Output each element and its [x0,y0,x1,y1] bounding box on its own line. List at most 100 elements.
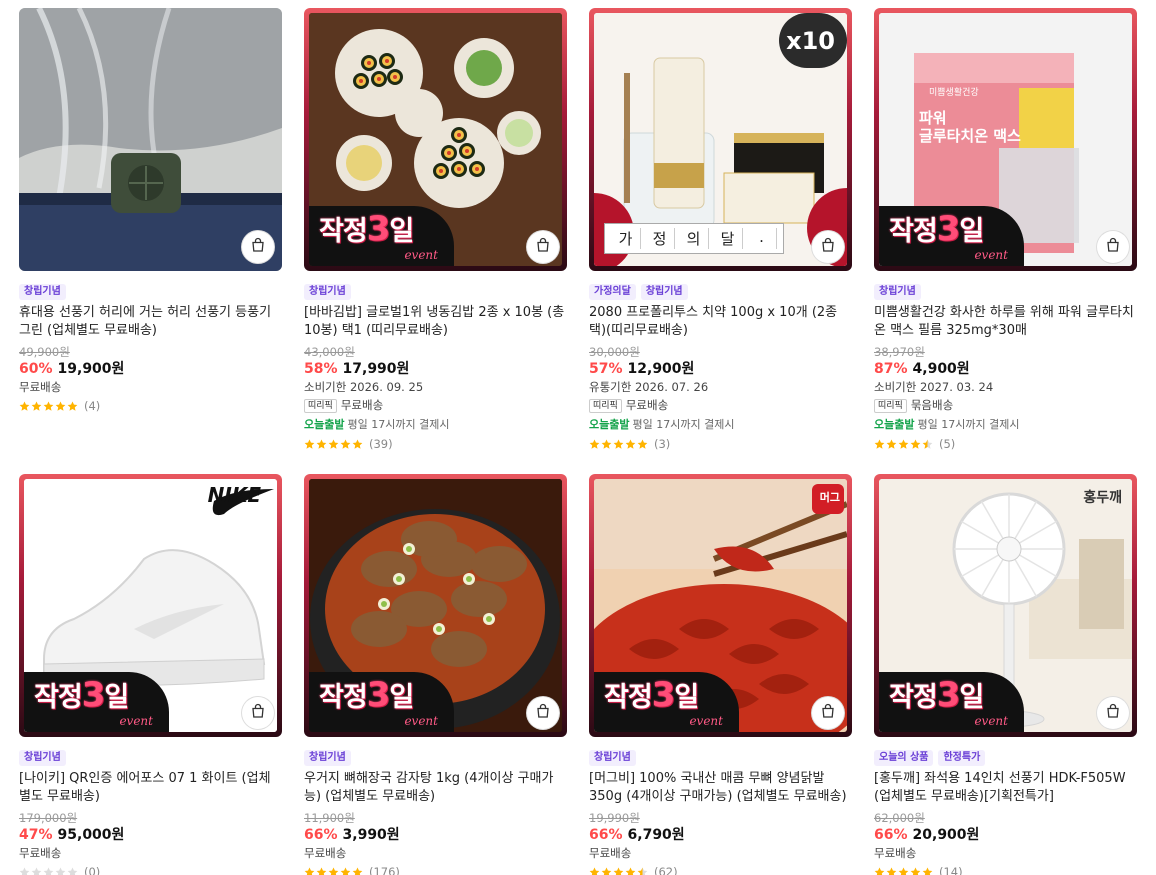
product-image[interactable]: 홍두깨 작정3일 event [874,474,1137,737]
price-row: 66% 6,790원 [589,826,852,844]
product-image[interactable]: 머그 작정3일 event [589,474,852,737]
discount-rate: 87% [874,361,908,377]
discount-rate: 57% [589,361,623,377]
star-icon [922,439,933,449]
original-price: 62,000원 [874,811,925,825]
event-badge-text: 작정 [319,216,368,247]
event-badge-text: 작정 [319,682,368,713]
price-row: 58% 17,990원 [304,360,567,378]
product-image[interactable]: 미쁨생활건강 파워 글루타치온 맥스 작정3일 event [874,8,1137,271]
product-image[interactable] [19,8,282,271]
product-card[interactable]: 홍두깨 작정3일 event 오늘의 상품 한정특가 [홍두깨] 좌석용 14인치… [874,474,1137,875]
sale-price: 95,000원 [57,827,125,843]
product-card[interactable]: x10 가정의달. 가정의달 창립기념 2080 프로폴리투스 치약 100g x… [589,8,852,454]
tag-list: 창립기념 [19,750,282,766]
original-price: 30,000원 [589,345,640,359]
quantity-overlay: x10 [786,27,835,55]
rating-row: (62) [589,862,852,875]
event-badge-sub: event [404,714,438,728]
add-to-cart-button[interactable] [812,697,844,729]
discount-rate: 60% [19,361,53,377]
product-photo [19,8,282,271]
add-to-cart-button[interactable] [1097,697,1129,729]
product-image[interactable]: x10 가정의달. [589,8,852,271]
event-badge-sub: event [689,714,723,728]
sale-price: 20,900원 [912,827,980,843]
rating-row: (3) [589,434,852,454]
banner-char: 가 [611,228,641,249]
rating-stars [304,439,363,450]
product-card[interactable]: 작정3일 event 창립기념 [바바김밥] 글로벌1위 냉동김밥 2종 x 1… [304,8,567,454]
star-icon [352,439,363,449]
product-title[interactable]: [머그비] 100% 국내산 매콤 무뼈 양념닭발 350g (4개이상 구매가… [589,770,852,806]
add-to-cart-button[interactable] [812,231,844,263]
same-day-note: 평일 17시까지 결제시 [917,418,1020,431]
product-title[interactable]: 휴대용 선풍기 허리에 거는 허리 선풍기 등풍기 그린 (업체별도 무료배송) [19,304,282,340]
star-icon [613,867,624,875]
same-day-shipping: 오늘출발 평일 17시까지 결제시 [874,415,1137,434]
discount-rate: 47% [19,827,53,843]
event-badge-sub: event [404,248,438,262]
tag-list: 오늘의 상품 한정특가 [874,750,1137,766]
family-month-banner: 가정의달. [604,223,784,254]
product-image[interactable]: 작정3일 event [304,474,567,737]
tag-list: 창립기념 [874,284,1137,300]
shopping-bag-icon [250,237,266,257]
shopping-bag-icon [1105,237,1121,257]
promo-tag: 창립기념 [19,284,66,300]
banner-char: 의 [679,228,709,249]
rating-row: (4) [19,396,282,416]
product-title[interactable]: 우거지 뼈해장국 감자탕 1kg (4개이상 구매가능) (업체별도 무료배송) [304,770,567,806]
star-icon [601,439,612,449]
rating-stars [19,867,78,875]
same-day-label: 오늘출발 [589,418,630,431]
expiry-date: 유통기한 2026. 07. 26 [589,380,709,394]
product-card[interactable]: 머그 작정3일 event 창립기념 [머그비] 100% 국내산 매콤 무뼈 … [589,474,852,875]
product-image[interactable]: NIKE 작정3일 event [19,474,282,737]
same-day-label: 오늘출발 [304,418,345,431]
product-title[interactable]: 2080 프로폴리투스 치약 100g x 10개 (2종 택)(띠리무료배송) [589,304,852,340]
add-to-cart-button[interactable] [527,231,559,263]
rating-stars [589,439,648,450]
tag-list: 가정의달 창립기념 [589,284,852,300]
promo-tag: 창립기념 [304,284,351,300]
product-title[interactable]: [나이키] QR인증 에어포스 07 1 화이트 (업체별도 무료배송) [19,770,282,806]
review-count: (5) [939,437,956,451]
product-card[interactable]: 작정3일 event 창립기념 우거지 뼈해장국 감자탕 1kg (4개이상 구… [304,474,567,875]
star-icon [19,867,30,875]
tag-list: 창립기념 [304,284,567,300]
star-icon [340,867,351,875]
sale-price: 6,790원 [627,827,685,843]
add-to-cart-button[interactable] [242,697,274,729]
event-badge: 작정3일 event [594,672,739,732]
product-title[interactable]: [홍두깨] 좌석용 14인치 선풍기 HDK-F505W (업체별도 무료배송)… [874,770,1137,806]
star-icon [898,867,909,875]
original-price: 38,970원 [874,345,925,359]
star-icon [589,867,600,875]
price-row: 66% 20,900원 [874,826,1137,844]
brand-logo: 머그 [819,491,840,504]
add-to-cart-button[interactable] [1097,231,1129,263]
shipping-text: 무료배송 [19,846,62,860]
product-title[interactable]: [바바김밥] 글로벌1위 냉동김밥 2종 x 10봉 (총 10봉) 택1 (띠… [304,304,567,340]
product-photo: 작정3일 event [309,479,562,732]
shipping-text: 무료배송 [304,846,347,860]
review-count: (4) [84,399,101,413]
event-badge-number: 3 [936,675,961,715]
product-card[interactable]: NIKE 작정3일 event 창립기념 [나이키] QR인증 에어포스 07 … [19,474,282,875]
event-badge-text: 작정 [604,682,653,713]
star-icon [316,439,327,449]
product-title[interactable]: 미쁨생활건강 화사한 하루를 위해 파워 글루타치온 맥스 필름 325mg*3… [874,304,1137,340]
product-card[interactable]: 미쁨생활건강 파워 글루타치온 맥스 작정3일 event 창립기념 미쁨생활건… [874,8,1137,454]
product-image[interactable]: 작정3일 event [304,8,567,271]
same-day-note: 평일 17시까지 결제시 [347,418,450,431]
event-badge-sub: event [974,714,1008,728]
shipping-text: 무료배송 [589,846,632,860]
product-card[interactable]: 창립기념 휴대용 선풍기 허리에 거는 허리 선풍기 등풍기 그린 (업체별도 … [19,8,282,416]
nike-logo: NIKE [207,483,261,507]
add-to-cart-button[interactable] [242,231,274,263]
shipping-info: 띠리픽 묶음배송 [874,396,1137,415]
box-title: 파워 글루타치온 맥스 [919,109,1021,145]
add-to-cart-button[interactable] [527,697,559,729]
event-badge-text: 작정 [889,216,938,247]
